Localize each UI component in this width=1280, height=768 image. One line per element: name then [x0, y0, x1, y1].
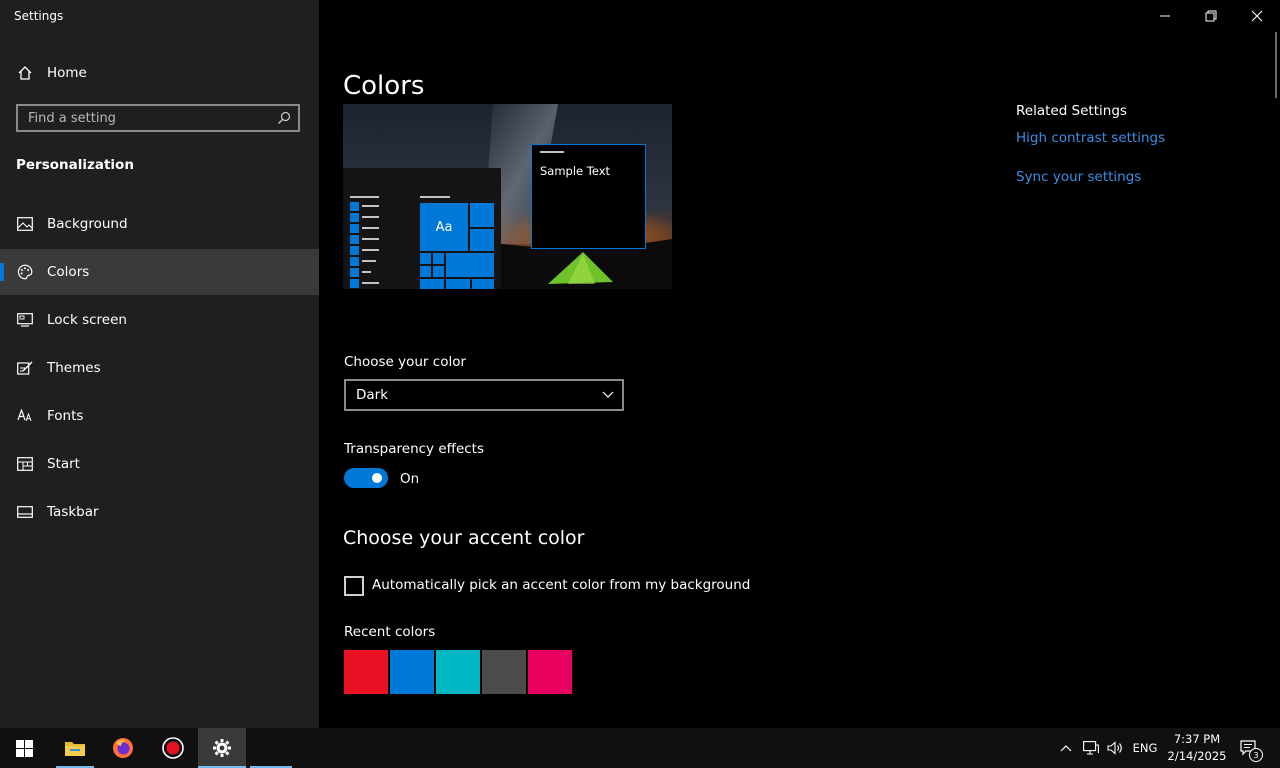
choose-color-value: Dark [356, 387, 389, 403]
palette-icon [16, 263, 34, 281]
restore-icon [1205, 10, 1217, 22]
sidebar-item-label: Lock screen [47, 312, 127, 328]
sidebar-item-themes[interactable]: Themes [0, 345, 319, 391]
minimize-icon [1160, 15, 1170, 17]
preview-tile-label: Aa [435, 219, 453, 235]
show-hidden-icons-button[interactable] [1056, 728, 1076, 768]
sidebar-item-label: Start [47, 456, 80, 472]
home-nav-item[interactable]: Home [0, 50, 319, 96]
volume-tray-button[interactable] [1104, 728, 1126, 768]
sidebar-item-taskbar[interactable]: Taskbar [0, 489, 319, 535]
sidebar-item-label: Taskbar [47, 504, 99, 520]
lock-screen-icon [16, 311, 34, 329]
close-button[interactable] [1234, 0, 1280, 32]
windows-start-icon [15, 739, 33, 757]
search-icon[interactable] [270, 111, 298, 125]
close-icon [1251, 10, 1263, 22]
sidebar-item-background[interactable]: Background [0, 201, 319, 247]
settings-taskbar-button[interactable] [198, 728, 246, 768]
recent-colors-label: Recent colors [344, 624, 436, 640]
auto-accent-checkbox[interactable] [344, 576, 364, 596]
start-icon [16, 455, 34, 473]
notification-count-badge: 3 [1249, 748, 1263, 762]
clock-date: 2/14/2025 [1167, 749, 1227, 763]
firefox-button[interactable] [102, 728, 144, 768]
theme-preview: Aa Sample Text [343, 104, 672, 289]
auto-accent-label[interactable]: Automatically pick an accent color from … [372, 577, 750, 593]
minimize-button[interactable] [1142, 0, 1188, 32]
language-indicator[interactable]: ENG [1128, 728, 1162, 768]
find-setting-input[interactable] [18, 109, 270, 127]
choose-color-label: Choose your color [344, 354, 467, 370]
network-icon [1083, 741, 1099, 755]
sidebar-item-label: Colors [47, 264, 90, 280]
find-setting-search-box[interactable] [16, 104, 300, 132]
network-tray-button[interactable] [1080, 728, 1102, 768]
settings-gear-icon [213, 739, 231, 757]
themes-icon [16, 359, 34, 377]
window-title: Settings [14, 9, 64, 23]
action-center-button[interactable]: 3 [1234, 728, 1264, 768]
sidebar-item-label: Background [47, 216, 128, 232]
scrollbar-thumb[interactable] [1275, 32, 1277, 98]
picture-icon [16, 215, 34, 233]
sidebar-item-lock-screen[interactable]: Lock screen [0, 297, 319, 343]
sidebar-item-label: Themes [47, 360, 101, 376]
sidebar-item-label: Fonts [47, 408, 84, 424]
transparency-state: On [400, 471, 420, 487]
clock-time: 7:37 PM [1173, 732, 1221, 746]
choose-color-dropdown[interactable]: Dark [344, 379, 624, 411]
file-explorer-icon [65, 742, 85, 756]
home-label: Home [47, 65, 87, 81]
toggle-knob [372, 473, 382, 483]
firefox-icon [113, 738, 133, 758]
restore-button[interactable] [1188, 0, 1234, 32]
sidebar-item-colors[interactable]: Colors [0, 249, 319, 295]
start-button[interactable] [0, 728, 48, 768]
taskbar-icon [16, 503, 34, 521]
recent-colors-swatches [344, 650, 572, 694]
settings-sidebar: Settings Home Personalization Background… [0, 0, 319, 728]
color-swatch[interactable] [436, 650, 480, 694]
sidebar-item-start[interactable]: Start [0, 441, 319, 487]
color-swatch[interactable] [344, 650, 388, 694]
related-settings-title: Related Settings [1016, 103, 1127, 119]
chevron-down-icon [602, 391, 614, 399]
color-swatch[interactable] [390, 650, 434, 694]
home-icon [16, 64, 34, 82]
taskbar-empty-slot[interactable] [250, 728, 292, 768]
color-swatch[interactable] [482, 650, 526, 694]
fonts-icon [16, 407, 34, 425]
record-icon [162, 737, 184, 759]
taskbar-clock[interactable]: 7:37 PM 2/14/2025 [1166, 731, 1228, 765]
transparency-toggle[interactable] [344, 468, 388, 488]
sync-settings-link[interactable]: Sync your settings [1016, 169, 1141, 185]
recorder-button[interactable] [150, 728, 196, 768]
chevron-up-icon [1060, 745, 1072, 752]
page-title: Colors [343, 71, 425, 102]
color-swatch[interactable] [528, 650, 572, 694]
preview-sample-text: Sample Text [540, 164, 611, 178]
taskbar: ENG 7:37 PM 2/14/2025 3 [0, 728, 1280, 768]
personalization-section-title: Personalization [16, 157, 134, 173]
high-contrast-settings-link[interactable]: High contrast settings [1016, 130, 1165, 146]
volume-icon [1107, 741, 1122, 755]
sidebar-item-fonts[interactable]: Fonts [0, 393, 319, 439]
file-explorer-button[interactable] [54, 728, 96, 768]
accent-color-heading: Choose your accent color [343, 527, 585, 549]
transparency-label: Transparency effects [344, 441, 484, 457]
